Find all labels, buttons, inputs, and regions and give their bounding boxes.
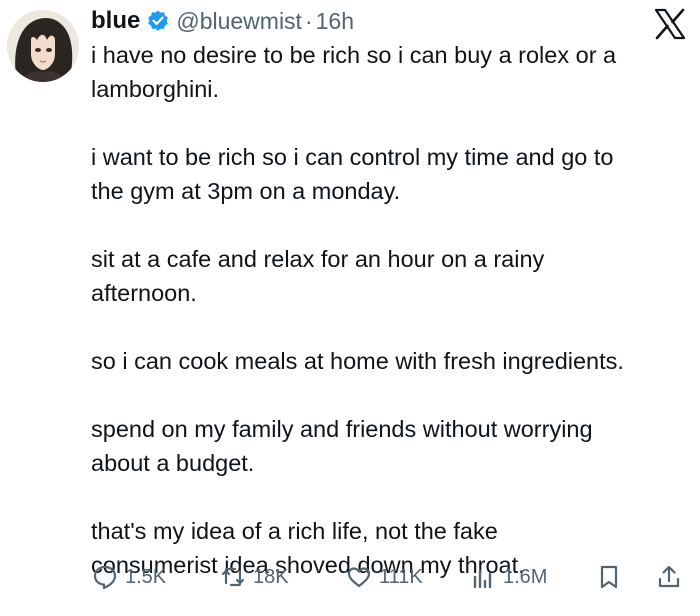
repost-icon [221,567,245,587]
repost-count: 18K [253,565,289,588]
views-count: 1.6M [503,565,548,588]
reply-icon [93,565,117,590]
views-button[interactable]: 1.6M [469,560,547,594]
separator-dot: · [304,7,313,34]
like-button[interactable]: 111K [345,560,423,594]
tweet-line: so i can cook meals at home with fresh i… [91,348,624,374]
user-handle[interactable]: @bluewmist [176,8,302,35]
action-bar: 1.5K 18K 111K 1.6M [91,560,691,594]
avatar[interactable] [7,10,79,82]
tweet-line: about a budget. [91,450,255,476]
display-name[interactable]: blue [91,7,140,35]
share-icon [658,565,680,588]
bookmark-button[interactable] [595,560,623,594]
tweet-paragraph: i have no desire to be rich so i can buy… [91,38,691,106]
views-chart-icon [473,569,492,589]
reply-count: 1.5K [125,565,167,588]
reply-button[interactable]: 1.5K [91,560,166,594]
repost-button[interactable]: 18K [219,560,289,594]
tweet-line: the gym at 3pm on a monday. [91,178,401,204]
tweet-paragraph: spend on my family and friends without w… [91,412,691,480]
bookmark-icon [600,565,618,589]
tweet-line: i have no desire to be rich so i can buy… [91,42,617,68]
x-logo-icon [652,6,688,42]
tweet-paragraph: i want to be rich so i can control my ti… [91,140,691,208]
tweet-paragraph: so i can cook meals at home with fresh i… [91,344,691,378]
share-button[interactable] [655,560,683,594]
tweet-line: afternoon. [91,280,197,306]
like-count: 111K [379,565,423,588]
tweet-header: blue @bluewmist · 16h [91,6,354,36]
heart-icon [347,567,371,588]
verified-badge-icon [146,9,170,33]
tweet: blue @bluewmist · 16h i have no desire t… [0,0,700,598]
tweet-line: i want to be rich so i can control my ti… [91,144,614,170]
tweet-line: that's my idea of a rich life, not the f… [91,518,498,544]
tweet-line: sit at a cafe and relax for an hour on a… [91,246,545,272]
avatar-illustration [7,10,79,82]
tweet-paragraph: sit at a cafe and relax for an hour on a… [91,242,691,310]
tweet-line: lamborghini. [91,76,220,102]
tweet-body: i have no desire to be rich so i can buy… [91,38,691,616]
timestamp[interactable]: 16h [316,8,354,35]
tweet-line: spend on my family and friends without w… [91,416,593,442]
